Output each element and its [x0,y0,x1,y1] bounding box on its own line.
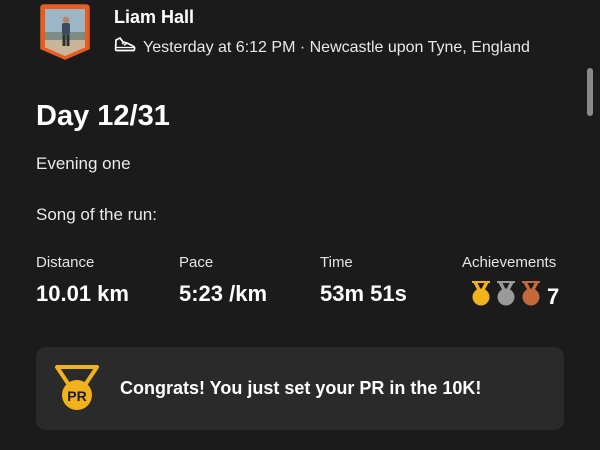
pr-message: Congrats! You just set your PR in the 10… [120,378,482,398]
pr-banner[interactable]: PR Congrats! You just set your PR in the… [36,347,564,430]
bronze-medal-icon [520,281,542,312]
shoe-icon [114,36,143,59]
time-label: Time [320,254,353,271]
activity-meta: Yesterday at 6:12 PM · Newcastle upon Ty… [114,36,530,59]
achievements[interactable]: 7 [470,281,559,312]
achievements-count: 7 [547,283,560,309]
distance-value: 10.01 km [36,281,129,306]
pace-value: 5:23 /km [179,281,268,306]
distance-label: Distance [36,254,95,271]
pace-label: Pace [179,254,214,271]
avatar-photo [40,4,90,60]
gold-medal-icon [470,281,492,312]
activity-description: Evening one [36,154,131,173]
silver-medal-icon [495,281,517,312]
scrollbar[interactable] [587,68,593,116]
pr-medal-icon: PR [54,365,100,418]
timestamp-location: Yesterday at 6:12 PM · Newcastle upon Ty… [143,38,530,56]
activity-title[interactable]: Day 12/31 [36,100,170,133]
pr-icon-text: PR [67,388,86,404]
avatar[interactable] [40,4,90,60]
user-name[interactable]: Liam Hall [114,7,194,28]
achievements-label: Achievements [462,254,557,271]
activity-description-song: Song of the run: [36,205,157,224]
time-value: 53m 51s [320,281,407,306]
